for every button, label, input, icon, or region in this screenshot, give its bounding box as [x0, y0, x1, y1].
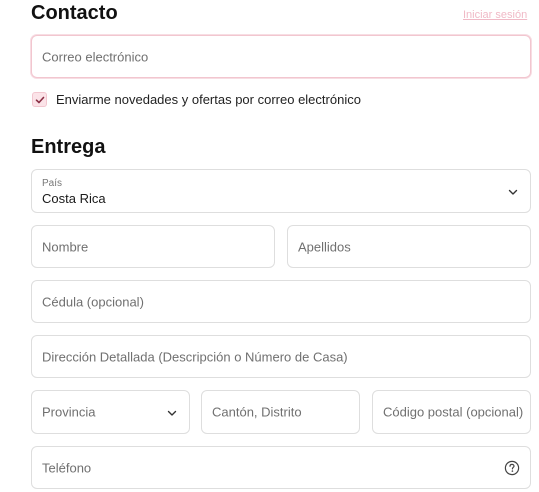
chevron-down-icon [508, 189, 518, 195]
country-value: Costa Rica [42, 191, 106, 206]
province-placeholder: Provincia [42, 404, 96, 420]
help-circle-icon[interactable] [504, 460, 520, 476]
country-select[interactable]: País Costa Rica [31, 169, 531, 213]
email-placeholder: Correo electrónico [42, 49, 149, 64]
phone-field[interactable]: Teléfono [31, 446, 531, 489]
contact-heading: Contacto [31, 2, 118, 24]
newsletter-label[interactable]: Enviarme novedades y ofertas por correo … [56, 92, 361, 107]
phone-placeholder: Teléfono [42, 460, 92, 475]
last-name-placeholder: Apellidos [298, 239, 351, 254]
postal-code-placeholder: Código postal (opcional) [383, 404, 524, 420]
delivery-heading: Entrega [31, 136, 106, 158]
chevron-down-icon [167, 410, 177, 416]
first-name-placeholder: Nombre [42, 239, 89, 254]
province-select[interactable]: Provincia [31, 390, 190, 434]
address-placeholder: Dirección Detallada (Descripción o Númer… [42, 349, 348, 364]
id-number-placeholder: Cédula (opcional) [42, 294, 144, 309]
check-icon [35, 96, 45, 104]
email-field[interactable]: Correo electrónico [31, 35, 531, 78]
id-number-field[interactable]: Cédula (opcional) [31, 280, 531, 323]
canton-field[interactable]: Cantón, Distrito [201, 390, 360, 434]
login-link[interactable]: Iniciar sesión [463, 9, 527, 21]
first-name-field[interactable]: Nombre [31, 225, 275, 268]
country-label: País [42, 178, 63, 189]
address-field[interactable]: Dirección Detallada (Descripción o Númer… [31, 335, 531, 378]
postal-code-field[interactable]: Código postal (opcional) [372, 390, 531, 434]
canton-placeholder: Cantón, Distrito [212, 404, 302, 420]
newsletter-checkbox[interactable] [32, 92, 47, 107]
last-name-field[interactable]: Apellidos [287, 225, 531, 268]
